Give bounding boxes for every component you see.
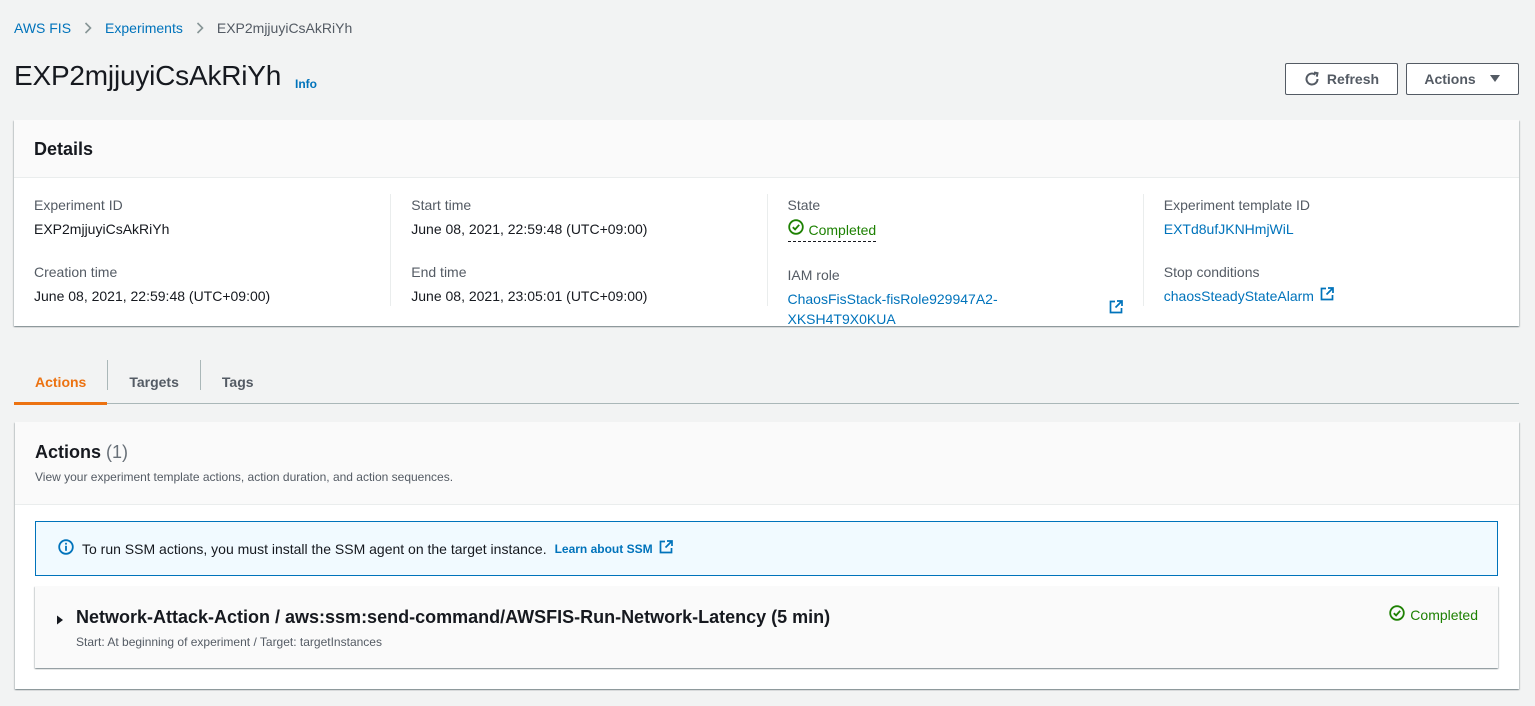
- start-time-label: Start time: [411, 197, 472, 213]
- actions-panel-header: Actions (1) View your experiment templat…: [15, 422, 1519, 505]
- end-time-value: June 08, 2021, 23:05:01 (UTC+09:00): [411, 288, 648, 304]
- learn-about-ssm-label: Learn about SSM: [554, 541, 653, 556]
- success-check-icon: [787, 219, 804, 240]
- refresh-label: Refresh: [1326, 71, 1380, 87]
- tab-actions[interactable]: Actions: [14, 360, 108, 405]
- actions-dropdown-button[interactable]: Actions: [1406, 63, 1519, 95]
- caret-right-icon[interactable]: [56, 612, 64, 628]
- iam-role-label: IAM role: [787, 267, 840, 283]
- caret-down-icon: [1489, 74, 1501, 84]
- alert-text: To run SSM actions, you must install the…: [82, 540, 547, 557]
- refresh-icon: [1304, 71, 1320, 87]
- breadcrumb-current: EXP2mjjuyiCsAkRiYh: [216, 20, 353, 36]
- action-status: Completed: [1389, 605, 1478, 624]
- details-column-1: Experiment ID EXP2mjjuyiCsAkRiYh Creatio…: [14, 194, 390, 306]
- details-column-4: Experiment template ID EXTd8ufJKNHmjWiL …: [1142, 194, 1519, 306]
- actions-label: Actions: [1424, 71, 1476, 87]
- actions-panel: Actions (1) View your experiment templat…: [15, 422, 1519, 689]
- success-check-icon: [1389, 605, 1405, 624]
- tab-targets[interactable]: Targets: [108, 360, 200, 404]
- template-id-label: Experiment template ID: [1163, 197, 1311, 213]
- breadcrumb: AWS FIS Experiments EXP2mjjuyiCsAkRiYh: [14, 19, 352, 37]
- breadcrumb-experiments[interactable]: Experiments: [105, 20, 183, 36]
- page-title: EXP2mjjuyiCsAkRiYh: [14, 60, 282, 91]
- info-circle-icon: [58, 539, 74, 558]
- actions-panel-description: View your experiment template actions, a…: [35, 470, 454, 484]
- details-column-3: State Completed IAM role ChaosFisStack-f…: [766, 194, 1143, 327]
- stop-conditions-value: chaosSteadyStateAlarm: [1163, 288, 1314, 304]
- tab-tags[interactable]: Tags: [201, 360, 275, 404]
- actions-panel-title-row: Actions (1): [35, 442, 1499, 463]
- start-time-value: June 08, 2021, 22:59:48 (UTC+09:00): [411, 221, 648, 237]
- learn-about-ssm-link[interactable]: Learn about SSM: [555, 540, 673, 557]
- chevron-right-icon: [196, 22, 204, 34]
- external-link-icon: [1320, 286, 1334, 306]
- actions-panel-title: Actions: [35, 442, 102, 462]
- action-item: Network-Attack-Action / aws:ssm:send-com…: [35, 586, 1498, 668]
- action-name[interactable]: Network-Attack-Action / aws:ssm:send-com…: [76, 607, 830, 628]
- action-subtitle: Start: At beginning of experiment / Targ…: [76, 635, 382, 649]
- creation-time-label: Creation time: [34, 264, 118, 280]
- details-panel: Details Experiment ID EXP2mjjuyiCsAkRiYh…: [14, 120, 1519, 327]
- action-status-label: Completed: [1410, 606, 1478, 623]
- creation-time-value: June 08, 2021, 22:59:48 (UTC+09:00): [34, 288, 271, 304]
- refresh-button[interactable]: Refresh: [1285, 63, 1398, 95]
- details-title: Details: [34, 139, 94, 159]
- details-header: Details: [14, 120, 1519, 178]
- breadcrumb-aws-fis[interactable]: AWS FIS: [14, 20, 71, 36]
- state-value: Completed: [808, 221, 877, 238]
- template-id-link[interactable]: EXTd8ufJKNHmjWiL: [1164, 221, 1294, 237]
- external-link-icon: [1109, 299, 1123, 319]
- iam-role-value: ChaosFisStack-fisRole929947A2-XKSH4T9X0K…: [787, 291, 998, 327]
- tab-bar: Actions Targets Tags: [14, 360, 1519, 405]
- experiment-id-value: EXP2mjjuyiCsAkRiYh: [34, 221, 170, 237]
- external-link-icon: [659, 540, 673, 557]
- state-status[interactable]: Completed: [787, 219, 877, 242]
- details-column-2: Start time June 08, 2021, 22:59:48 (UTC+…: [390, 194, 766, 306]
- iam-role-link[interactable]: ChaosFisStack-fisRole929947A2-XKSH4T9X0K…: [788, 289, 1123, 329]
- end-time-label: End time: [411, 264, 467, 280]
- info-link[interactable]: Info: [295, 77, 317, 91]
- stop-conditions-label: Stop conditions: [1163, 264, 1260, 280]
- experiment-id-label: Experiment ID: [34, 197, 123, 213]
- chevron-right-icon: [84, 22, 92, 34]
- ssm-info-alert: To run SSM actions, you must install the…: [35, 521, 1498, 576]
- state-label: State: [787, 197, 821, 213]
- stop-conditions-link[interactable]: chaosSteadyStateAlarm: [1164, 286, 1334, 306]
- actions-count: (1): [106, 442, 129, 462]
